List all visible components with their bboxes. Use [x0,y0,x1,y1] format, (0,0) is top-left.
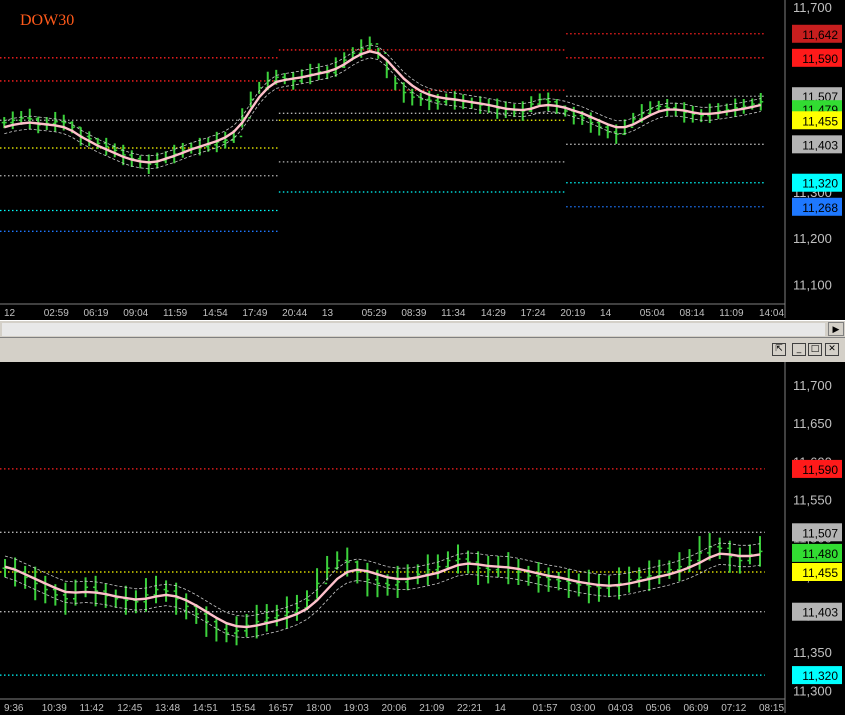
price-badge: 11,642 [792,24,842,43]
y-tick-label: 11,550 [793,492,832,507]
time-tick-label: 14:04 [759,308,784,319]
upper-envelope [4,44,761,157]
pane-splitter[interactable]: ⇱ _ □ ✕ [0,337,845,362]
minimize-icon[interactable]: _ [792,343,806,356]
y-tick-label: 11,700 [793,0,832,15]
time-tick-label: 11:34 [441,308,466,319]
price-badge-label: 11,590 [802,52,838,66]
time-tick-label: 07:12 [721,703,746,714]
y-tick-label: 11,300 [793,683,832,698]
time-tick-label: 22:21 [457,703,482,714]
time-tick-label: 02:59 [44,308,69,319]
price-badge-label: 11,480 [802,547,838,561]
time-tick-label: 16:57 [268,703,293,714]
horizontal-scrollbar[interactable]: ▶ [0,320,845,338]
price-badge: 11,268 [792,197,842,216]
close-icon[interactable]: ✕ [825,343,839,356]
top-chart-pane[interactable]: 11,70011,60011,50011,40011,30011,20011,1… [0,0,845,320]
lower-envelope [4,57,761,170]
scroll-track[interactable] [2,323,825,336]
price-badge: 11,455 [792,111,842,130]
price-badge-label: 11,507 [802,526,838,540]
time-tick-label: 06:09 [684,703,709,714]
time-tick-label: 11:09 [719,308,744,319]
time-tick-label: 17:24 [521,308,546,319]
price-badge: 11,403 [792,602,842,621]
moving-average-line [4,552,761,629]
time-tick-label: 14:51 [193,703,218,714]
time-tick-label: 08:14 [680,308,705,319]
y-tick-label: 11,700 [793,378,832,393]
bottom-price-chart[interactable]: 11,70011,65011,60011,55011,50011,45011,4… [0,362,845,715]
price-badge-label: 11,403 [802,138,838,152]
time-tick-label: 05:04 [640,308,665,319]
time-tick-label: 03:00 [570,703,595,714]
time-tick-label: 01:57 [533,703,558,714]
maximize-icon[interactable]: □ [808,343,822,356]
moving-average-line [3,50,762,164]
time-tick-label: 05:06 [646,703,671,714]
price-badge-label: 11,320 [802,669,838,683]
time-tick-label: 21:09 [419,703,444,714]
time-tick-label: 13 [322,308,334,319]
time-tick-label: 20:19 [560,308,585,319]
time-tick-label: 10:39 [42,703,67,714]
time-tick-label: 14:54 [203,308,228,319]
time-tick-label: 11:42 [80,703,105,714]
bottom-chart-pane[interactable]: 11,70011,65011,60011,55011,50011,45011,4… [0,362,845,715]
time-tick-label: 19:03 [344,703,369,714]
price-badge: 11,403 [792,135,842,154]
time-tick-label: 12:45 [117,703,142,714]
time-tick-label: 15:54 [231,703,256,714]
restore-icon[interactable]: ⇱ [772,343,786,356]
y-tick-label: 11,100 [793,277,832,292]
time-tick-label: 14:29 [481,308,506,319]
time-tick-label: 18:00 [306,703,331,714]
price-badge-label: 11,320 [802,177,838,191]
time-tick-label: 12 [4,308,16,319]
time-tick-label: 9:36 [4,703,24,714]
price-badge: 11,320 [792,666,842,685]
price-badge: 11,507 [792,523,842,542]
price-badge-label: 11,455 [802,114,838,128]
time-tick-label: 05:29 [362,308,387,319]
y-tick-label: 11,350 [793,645,832,660]
time-tick-label: 08:39 [401,308,426,319]
price-badge-label: 11,455 [802,566,838,580]
price-badge: 11,320 [792,173,842,192]
time-tick-label: 17:49 [242,308,267,319]
price-badge-label: 11,268 [802,201,838,215]
time-tick-label: 04:03 [608,703,633,714]
time-tick-label: 13:48 [155,703,180,714]
price-badge: 11,480 [792,543,842,562]
time-tick-label: 06:19 [83,308,108,319]
price-badge: 11,590 [792,459,842,478]
time-tick-label: 20:06 [382,703,407,714]
time-tick-label: 14 [495,703,507,714]
price-badge-label: 11,642 [802,28,838,42]
time-tick-label: 20:44 [282,308,307,319]
scroll-right-icon[interactable]: ▶ [828,322,844,336]
price-badge: 11,455 [792,563,842,581]
time-tick-label: 14 [600,308,612,319]
time-tick-label: 09:04 [123,308,148,319]
price-badge: 11,590 [792,48,842,67]
time-tick-label: 11:59 [163,308,188,319]
price-badge-label: 11,590 [802,463,838,477]
price-badge-label: 11,403 [802,606,838,620]
chart-title: DOW30 [20,12,75,29]
y-tick-label: 11,650 [793,416,832,431]
y-tick-label: 11,200 [793,231,832,246]
top-price-chart[interactable]: 11,70011,60011,50011,40011,30011,20011,1… [0,0,845,320]
time-tick-label: 08:15 [759,703,784,714]
